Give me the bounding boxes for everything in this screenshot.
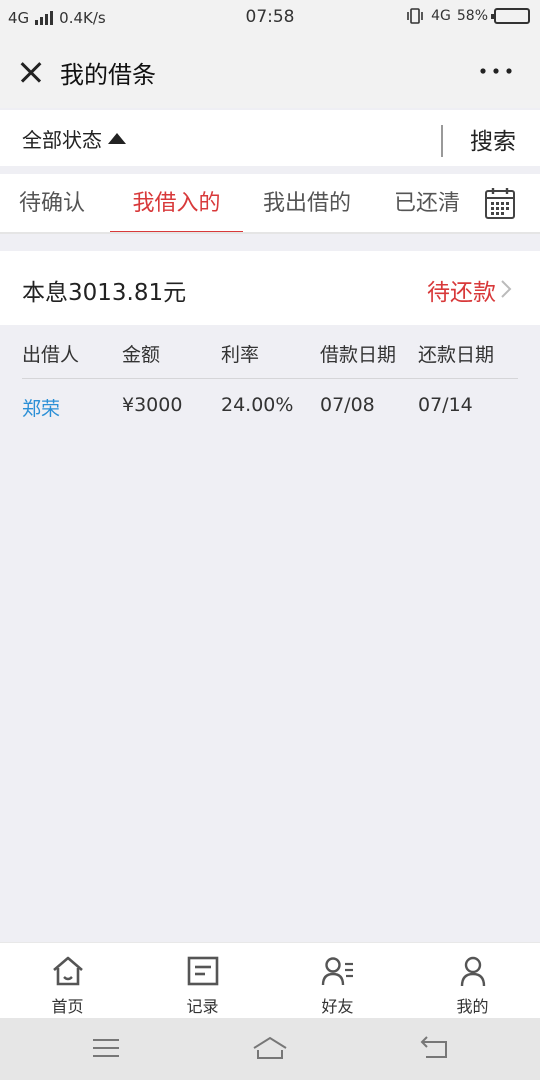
home-nav-icon[interactable] xyxy=(252,1036,288,1062)
tab-bar: 待确认 我借入的 我出借的 已还清 xyxy=(0,174,540,234)
nav-item-records[interactable]: 记录 xyxy=(135,943,270,1019)
title-bar: 我的借条 xyxy=(0,36,540,108)
tab-borrowed[interactable]: 我借入的 xyxy=(110,174,243,234)
column-header: 借款日期 xyxy=(320,344,397,366)
repay-date: 07/14 xyxy=(418,394,473,416)
bottom-nav: 首页 记录 好友 我的 xyxy=(0,942,540,1018)
status-filter-label: 全部状态 xyxy=(22,127,102,152)
nav-item-friends[interactable]: 好友 xyxy=(270,943,405,1019)
network-type-right: 4G xyxy=(431,8,451,24)
nav-item-home[interactable]: 首页 xyxy=(0,943,135,1019)
battery-icon xyxy=(491,8,530,24)
nav-item-profile[interactable]: 我的 xyxy=(405,943,540,1019)
repayment-status: 待还款 xyxy=(427,280,496,306)
battery-percent: 58% xyxy=(456,8,488,24)
tab-divider xyxy=(0,232,540,234)
tab-label: 我出借的 xyxy=(262,191,351,216)
page-title: 我的借条 xyxy=(60,60,156,89)
nav-label: 记录 xyxy=(186,997,219,1016)
table-divider xyxy=(22,378,518,379)
column-header: 出借人 xyxy=(22,344,80,366)
tab-label: 已还清 xyxy=(393,191,460,216)
tab-label: 我借入的 xyxy=(132,191,221,216)
friends-icon xyxy=(321,957,353,986)
vibrate-icon xyxy=(407,8,423,24)
caret-up-icon xyxy=(108,132,126,144)
tab-repaid[interactable]: 已还清 xyxy=(390,174,464,234)
back-icon[interactable] xyxy=(420,1036,448,1060)
column-header: 还款日期 xyxy=(418,344,495,366)
status-bar: 4G 0.4K/s 07:58 4G 58% xyxy=(0,0,540,36)
tab-pending-confirm[interactable]: 待确认 xyxy=(16,174,88,234)
home-icon xyxy=(53,956,83,986)
nav-label: 首页 xyxy=(51,997,84,1016)
tab-label: 待确认 xyxy=(18,191,85,216)
tab-lent[interactable]: 我出借的 xyxy=(258,174,356,234)
close-icon[interactable] xyxy=(0,36,60,108)
more-icon[interactable] xyxy=(476,62,516,82)
loan-amount: ¥3000 xyxy=(122,394,183,416)
filter-bar: 全部状态 搜索 xyxy=(0,110,540,166)
column-header: 金额 xyxy=(122,344,161,366)
table-row[interactable]: 郑荣 ¥3000 24.00% 07/08 07/14 xyxy=(0,390,540,426)
loan-summary-card[interactable]: 本息3013.81元 待还款 xyxy=(0,251,540,325)
principal-interest-total: 本息3013.81元 xyxy=(22,280,187,306)
menu-icon[interactable] xyxy=(92,1036,120,1060)
system-nav-bar xyxy=(0,1018,540,1080)
loan-table-header: 出借人 金额 利率 借款日期 还款日期 xyxy=(0,338,540,378)
nav-label: 好友 xyxy=(321,997,354,1016)
borrow-date: 07/08 xyxy=(320,394,375,416)
lender-name-link[interactable]: 郑荣 xyxy=(22,394,60,421)
record-icon xyxy=(187,956,219,986)
column-header: 利率 xyxy=(221,344,260,366)
nav-label: 我的 xyxy=(456,997,489,1016)
interest-rate: 24.00% xyxy=(221,394,294,416)
chevron-right-icon xyxy=(501,280,512,298)
divider xyxy=(441,125,443,157)
profile-icon xyxy=(460,956,486,987)
calendar-icon[interactable] xyxy=(484,186,516,220)
status-filter-dropdown[interactable]: 全部状态 xyxy=(22,124,126,153)
search-button[interactable]: 搜索 xyxy=(470,122,516,156)
